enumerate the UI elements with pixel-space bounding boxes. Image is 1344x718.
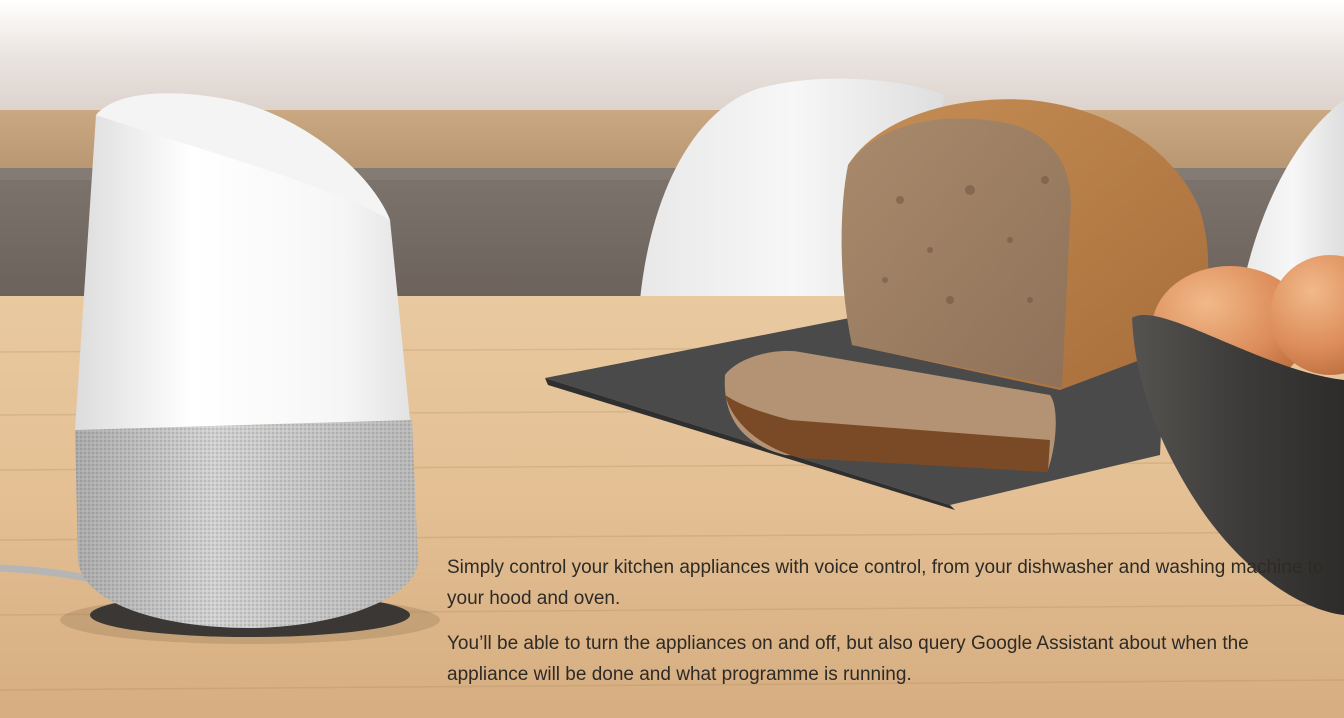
paragraph-google-assistant: You’ll be able to turn the appliances on… — [447, 633, 1249, 685]
description-text: Simply control your kitchen appliances w… — [447, 552, 1327, 704]
paragraph-voice-control: Simply control your kitchen appliances w… — [447, 557, 1324, 609]
